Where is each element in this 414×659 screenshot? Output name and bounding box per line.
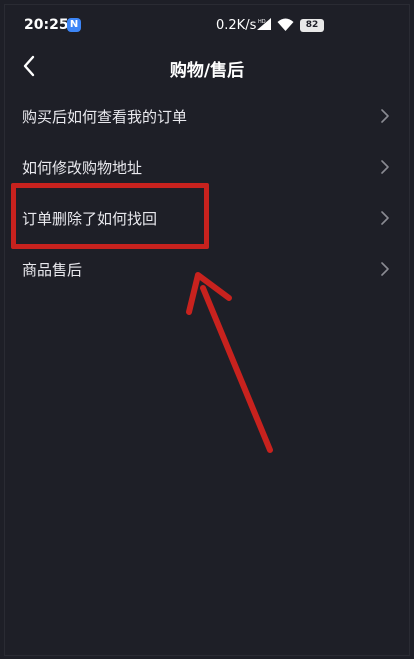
faq-item-label: 订单删除了如何找回 — [22, 210, 158, 228]
svg-text:HD: HD — [258, 19, 266, 25]
notification-app-icon: N — [67, 18, 81, 32]
faq-item-after-sales[interactable]: 商品售后 — [0, 243, 414, 294]
faq-item-view-orders[interactable]: 购买后如何查看我的订单 — [0, 90, 414, 141]
signal-icon: HD — [257, 18, 271, 30]
faq-item-label: 如何修改购物地址 — [22, 159, 143, 177]
chevron-right-icon — [381, 211, 389, 225]
chevron-right-icon — [381, 160, 389, 174]
phone-screen: 20:25 N 0.2K/s HD 82 购物/售后 购买后如何查看我的订单 如… — [0, 0, 414, 659]
faq-item-label: 商品售后 — [22, 261, 83, 279]
status-bar: 20:25 N 0.2K/s HD 82 — [0, 0, 414, 40]
status-time: 20:25 — [24, 17, 69, 33]
page-title: 购物/售后 — [169, 61, 245, 81]
navigation-bar: 购物/售后 — [0, 44, 414, 88]
faq-item-recover-deleted-order[interactable]: 订单删除了如何找回 — [0, 192, 414, 243]
faq-item-label: 购买后如何查看我的订单 — [22, 108, 188, 126]
wifi-icon — [277, 18, 294, 31]
network-speed: 0.2K/s — [216, 18, 257, 33]
faq-list: 购买后如何查看我的订单 如何修改购物地址 订单删除了如何找回 商品售后 — [0, 90, 414, 294]
chevron-right-icon — [381, 109, 389, 123]
chevron-right-icon — [381, 262, 389, 276]
battery-icon: 82 — [300, 19, 324, 32]
faq-item-change-address[interactable]: 如何修改购物地址 — [0, 141, 414, 192]
